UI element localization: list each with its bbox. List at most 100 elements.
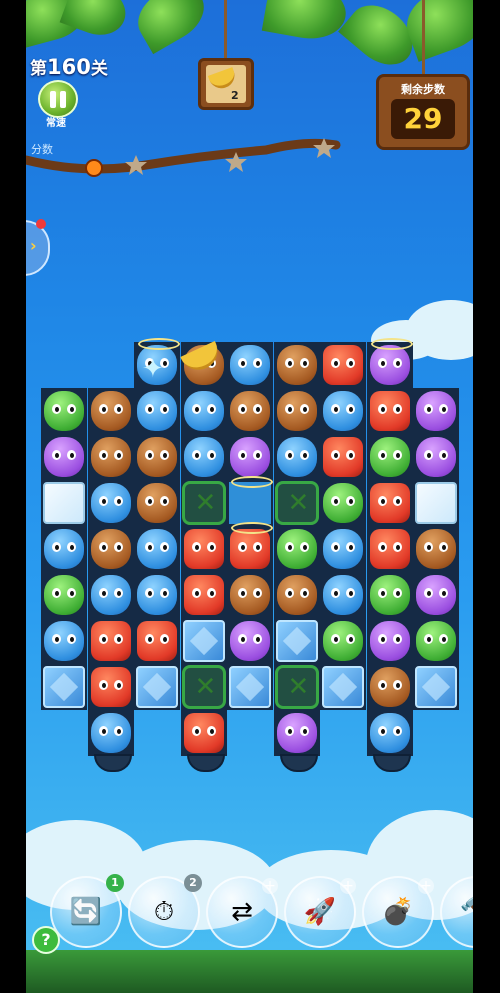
blue-monster-tile[interactable] [369,713,410,753]
clock-booster[interactable]: ⏱ 2 [128,874,202,948]
crystal-block[interactable] [182,620,225,662]
frog-tile[interactable] [323,483,363,523]
owl-tile[interactable] [230,621,270,661]
frog-tile[interactable] [369,437,410,477]
blue-monster-tile[interactable] [323,529,363,569]
rocket-booster[interactable]: 🚀 + [284,876,356,948]
bear-tile[interactable] [276,391,317,431]
fox-tile[interactable] [90,621,131,661]
owl-tile[interactable] [369,621,410,661]
add-booster-icon[interactable]: + [262,878,278,894]
owl-tile[interactable] [416,437,456,477]
moves-label: 剩余步数 [401,83,445,96]
blue-monster-tile[interactable] [90,483,131,523]
blue-monster-tile[interactable] [183,437,224,477]
fox-tile[interactable] [183,529,224,569]
owl-tile[interactable] [276,713,317,753]
bear-tile[interactable] [137,483,177,523]
hammer-booster[interactable]: 🔨 [440,876,473,948]
frog-tile[interactable] [44,575,84,615]
shuffle-icon: 🔄 [69,897,103,927]
blue-monster-tile[interactable] [44,529,84,569]
owl-tile[interactable] [44,437,84,477]
ice-block[interactable] [43,482,85,524]
fox-tile[interactable] [183,575,224,615]
blue-monster-tile[interactable] [90,575,131,615]
crystal-block[interactable] [229,666,271,708]
blue-monster-tile[interactable] [230,345,270,385]
blue-monster-tile[interactable] [90,713,131,753]
ice-block[interactable] [415,482,457,524]
vine-block[interactable] [274,665,319,709]
fox-tile[interactable] [137,621,177,661]
fox-tile[interactable] [323,437,363,477]
blue-monster-tile[interactable] [137,391,177,431]
portal-ring [370,338,413,350]
bear-tile[interactable] [137,437,177,477]
bear-tile[interactable] [90,437,131,477]
bear-tile[interactable] [90,391,131,431]
blue-monster-tile[interactable] [276,437,317,477]
bear-tile[interactable] [230,575,270,615]
notification-dot [36,219,46,229]
empty-cell[interactable] [229,482,271,524]
frog-tile[interactable] [44,391,84,431]
drop-exit [372,754,411,772]
bomb-icon: 💣 [381,897,415,927]
vine-block[interactable] [181,665,226,709]
vine-block[interactable] [274,481,319,525]
rope [422,0,425,76]
bear-tile[interactable] [230,391,270,431]
swap-booster[interactable]: ⇄ + [206,876,278,948]
level-suffix: 关 [90,59,108,79]
bomb-booster[interactable]: 💣 + [362,876,434,948]
fox-tile[interactable] [323,345,363,385]
blue-monster-tile[interactable] [183,391,224,431]
fox-tile[interactable] [230,529,270,569]
portal-ring [138,338,180,350]
crystal-block[interactable] [43,666,85,708]
blue-monster-tile[interactable] [323,575,363,615]
owl-tile[interactable] [369,345,410,385]
help-button[interactable]: ? [32,926,60,954]
bear-tile[interactable] [276,575,317,615]
game-screen: 第160关 常速 分数 0 2 剩余步数 29 › ✦ 🔄1⏱2⇄+🚀+💣+🔨 … [26,0,473,993]
level-prefix: 第 [30,59,47,79]
portal-ring [231,522,273,534]
bear-tile[interactable] [90,529,131,569]
leaf-decoration [261,0,351,45]
blue-monster-tile[interactable] [137,575,177,615]
owl-tile[interactable] [416,575,456,615]
blue-monster-tile[interactable] [323,391,363,431]
clock-icon: ⏱ [153,896,175,927]
frog-tile[interactable] [369,575,410,615]
bear-tile[interactable] [416,529,456,569]
bear-tile[interactable] [276,345,317,385]
fox-tile[interactable] [90,667,131,707]
blue-monster-tile[interactable] [137,529,177,569]
bear-tile[interactable] [369,667,410,707]
frog-tile[interactable] [416,621,456,661]
fox-tile[interactable] [369,529,410,569]
crystal-block[interactable] [136,666,178,708]
frog-tile[interactable] [276,529,317,569]
moves-panel: 剩余步数 29 [376,74,470,150]
owl-tile[interactable] [416,391,456,431]
owl-tile[interactable] [230,437,270,477]
fox-tile[interactable] [369,391,410,431]
fox-tile[interactable] [369,483,410,523]
goal-count: 2 [231,89,239,102]
add-booster-icon[interactable]: + [340,878,356,894]
leaf-decoration [128,0,214,55]
vine-block[interactable] [181,481,226,525]
fox-tile[interactable] [183,713,224,753]
shuffle-booster[interactable]: 🔄 1 [50,874,124,948]
grass-decoration [26,950,473,993]
crystal-block[interactable] [322,666,364,708]
blue-monster-tile[interactable] [44,621,84,661]
pause-button[interactable] [38,80,78,118]
crystal-block[interactable] [415,666,457,708]
frog-tile[interactable] [323,621,363,661]
add-booster-icon[interactable]: + [418,878,434,894]
crystal-block[interactable] [275,620,318,662]
